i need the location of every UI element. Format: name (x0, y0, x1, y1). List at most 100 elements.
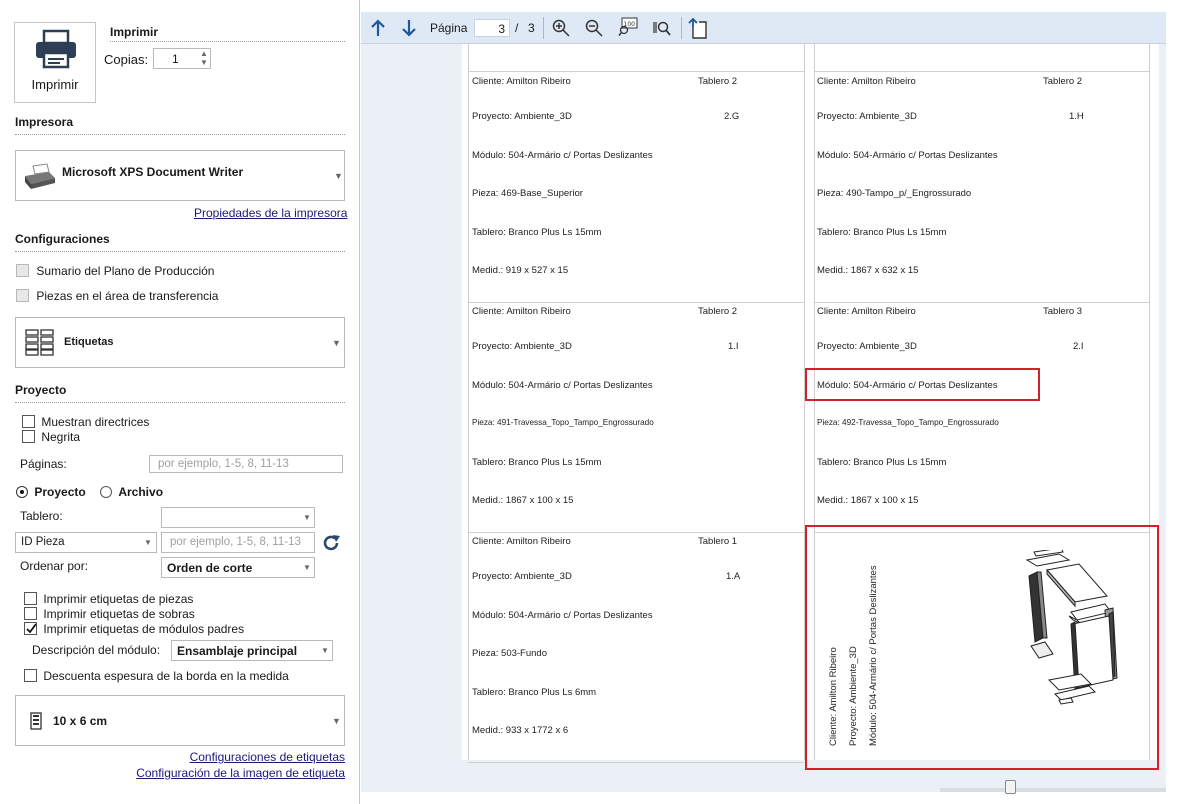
id-type-select[interactable]: ID Pieza ▼ (15, 532, 157, 553)
print-parts-label: Imprimir etiquetas de piezas (43, 591, 194, 606)
label-dimensions: Medid.: 1867 x 632 x 15 (817, 265, 919, 276)
horizontal-scrollbar[interactable] (940, 788, 1166, 792)
mode-select[interactable]: Etiquetas ▼ (15, 317, 345, 368)
summary-option[interactable]: Sumario del Plano de Producción (16, 263, 214, 278)
label-sheet-icon (30, 712, 42, 730)
grid-line (468, 532, 804, 533)
checkbox[interactable] (22, 430, 35, 444)
label-size-select[interactable]: 10 x 6 cm ▼ (15, 695, 345, 746)
scrollbar-thumb[interactable] (1005, 780, 1016, 794)
label-part: Pieza: 469-Base_Superior (472, 188, 583, 199)
pages-label: Páginas: (20, 457, 67, 471)
transfer-area-option-label: Piezas en el área de transferencia (36, 288, 219, 303)
divider (543, 17, 544, 39)
export-icon[interactable] (688, 17, 708, 39)
print-parts-option[interactable]: Imprimir etiquetas de piezas (24, 591, 193, 606)
radio-icon[interactable] (100, 485, 112, 498)
divider (15, 251, 345, 252)
divider (15, 134, 345, 135)
checkbox[interactable] (24, 592, 37, 606)
bold-label: Negrita (41, 429, 81, 444)
arrow-down-icon[interactable] (401, 19, 417, 37)
edge-discount-option[interactable]: Descuenta espesura de la borda en la med… (24, 668, 289, 683)
chevron-down-icon[interactable]: ▼ (144, 538, 152, 547)
label-settings-link[interactable]: Configuraciones de etiquetas (190, 750, 345, 764)
checkbox[interactable] (22, 415, 35, 429)
checkbox[interactable] (24, 607, 37, 621)
label-project: Proyecto: Ambiente_3D (472, 111, 572, 122)
checkbox-checked[interactable] (24, 622, 37, 636)
label-code: 1.H (1069, 111, 1084, 122)
label-board: Tablero 3 (1043, 306, 1083, 317)
grid-line (468, 71, 804, 72)
divider (15, 402, 345, 403)
label-code: 1.A (726, 571, 741, 582)
print-leftovers-label: Imprimir etiquetas de sobras (43, 606, 195, 621)
chevron-down-icon[interactable]: ▼ (334, 171, 343, 181)
id-filter-input[interactable]: por ejemplo, 1-5, 8, 11-13 (161, 532, 315, 553)
copies-stepper[interactable]: 1 ▲ ▼ (153, 48, 211, 69)
zoom-100-icon[interactable]: 100 (618, 17, 638, 37)
label-module: Módulo: 504-Armário c/ Portas Deslizante… (472, 610, 653, 621)
chevron-down-icon[interactable]: ▼ (332, 716, 341, 726)
print-button[interactable]: Imprimir (14, 22, 96, 103)
project-section-title: Proyecto (15, 383, 67, 397)
sort-select[interactable]: Orden de corte ▼ (161, 557, 315, 578)
print-parents-label: Imprimir etiquetas de módulos padres (43, 621, 245, 636)
label-dimensions: Medid.: 919 x 527 x 15 (472, 265, 569, 276)
bold-option[interactable]: Negrita (22, 429, 80, 444)
radio-file-label: Archivo (118, 484, 164, 499)
checkbox[interactable] (24, 669, 37, 683)
print-leftovers-option[interactable]: Imprimir etiquetas de sobras (24, 606, 195, 621)
print-parents-option[interactable]: Imprimir etiquetas de módulos padres (24, 621, 244, 636)
printer-properties-link[interactable]: Propiedades de la impresora (194, 206, 347, 220)
label-client: Cliente: Amilton Ribeiro (472, 536, 571, 547)
mode-value: Etiquetas (64, 336, 114, 348)
grid-line (468, 302, 804, 303)
show-guides-option[interactable]: Muestran directrices (22, 414, 149, 429)
zoom-out-icon[interactable] (585, 19, 603, 37)
id-type-value: ID Pieza (21, 536, 65, 548)
board-select[interactable]: ▼ (161, 507, 315, 528)
printer-select[interactable]: Microsoft XPS Document Writer ▼ (15, 150, 345, 201)
copies-label: Copias: (104, 52, 149, 67)
label-board: Tablero 2 (698, 306, 738, 317)
label-client: Cliente: Amilton Ribeiro (472, 306, 571, 317)
stepper-arrows-icon[interactable]: ▲ ▼ (200, 49, 208, 67)
module-description-select[interactable]: Ensamblaje principal ▼ (171, 640, 333, 661)
checkbox[interactable] (16, 289, 29, 303)
pages-placeholder: por ejemplo, 1-5, 8, 11-13 (158, 458, 289, 470)
radio-project-label: Proyecto (34, 484, 86, 499)
page-label: Página (430, 21, 468, 35)
arrow-up-icon[interactable] (370, 19, 386, 37)
id-filter-placeholder: por ejemplo, 1-5, 8, 11-13 (170, 536, 301, 548)
refresh-icon[interactable] (320, 532, 342, 554)
pages-input[interactable]: por ejemplo, 1-5, 8, 11-13 (149, 455, 343, 473)
label-project: Proyecto: Ambiente_3D (472, 571, 572, 582)
label-image-settings-link[interactable]: Configuración de la imagen de etiqueta (136, 766, 345, 780)
chevron-down-icon[interactable]: ▼ (303, 563, 311, 572)
label-part: Pieza: 503-Fundo (472, 648, 547, 659)
radio-project[interactable]: Proyecto (16, 484, 86, 499)
zoom-in-icon[interactable] (552, 19, 570, 37)
label-board: Tablero 1 (698, 536, 738, 547)
radio-selected-icon[interactable] (16, 485, 28, 498)
radio-file[interactable]: Archivo (100, 484, 163, 499)
printer-icon (36, 29, 76, 69)
sort-label: Ordenar por: (20, 559, 89, 573)
label-code: 2.G (724, 111, 740, 122)
chevron-down-icon[interactable]: ▼ (332, 338, 341, 348)
label-client: Cliente: Amilton Ribeiro (817, 76, 916, 87)
chevron-down-icon[interactable]: ▼ (303, 513, 311, 522)
copies-value: 1 (172, 52, 179, 66)
checkbox[interactable] (16, 264, 29, 278)
page-total: 3 (528, 21, 535, 35)
label-client: Cliente: Amilton Ribeiro (472, 76, 571, 87)
fit-page-icon[interactable] (652, 19, 672, 37)
label-code: 2.I (1073, 341, 1084, 352)
page-input[interactable]: 3 (474, 19, 510, 37)
label-dimensions: Medid.: 1867 x 100 x 15 (472, 495, 574, 506)
sort-value: Orden de corte (167, 561, 253, 575)
chevron-down-icon[interactable]: ▼ (321, 646, 329, 655)
transfer-area-option[interactable]: Piezas en el área de transferencia (16, 288, 218, 303)
